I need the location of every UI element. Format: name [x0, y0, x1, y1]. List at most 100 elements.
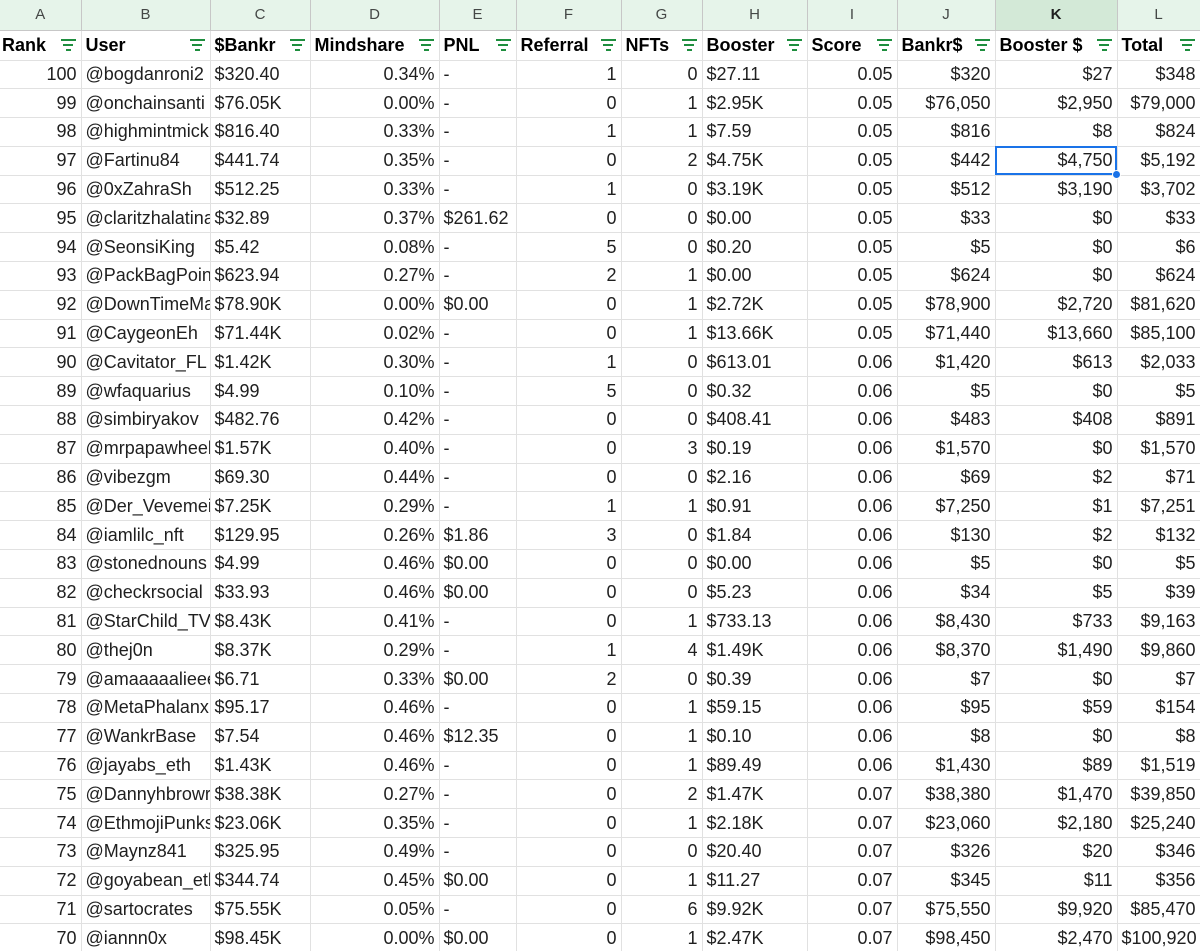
cell-bankr-usd[interactable]: $95 [897, 693, 996, 723]
cell-booster[interactable]: $59.15 [702, 693, 808, 723]
cell-total[interactable]: $624 [1117, 261, 1200, 291]
cell-nfts[interactable]: 1 [621, 491, 703, 522]
cell-pnl[interactable]: - [439, 463, 517, 493]
cell-bankr-usd[interactable]: $98,450 [897, 923, 996, 951]
cell-score[interactable]: 0.06 [807, 693, 898, 723]
cell-mindshare[interactable]: 0.46% [310, 578, 440, 608]
cell-pnl[interactable]: - [439, 319, 517, 349]
cell-referral[interactable]: 5 [516, 376, 622, 407]
cell-booster[interactable]: $0.00 [702, 203, 808, 234]
cell-bankr[interactable]: $4.99 [210, 549, 311, 579]
cell-rank[interactable]: 80 [0, 635, 82, 666]
cell-bankr[interactable]: $69.30 [210, 463, 311, 493]
cell-booster-usd[interactable]: $59 [995, 693, 1118, 723]
cell-rank[interactable]: 76 [0, 751, 82, 781]
cell-bankr[interactable]: $75.55K [210, 895, 311, 925]
cell-rank[interactable]: 79 [0, 664, 82, 695]
cell-bankr[interactable]: $482.76 [210, 405, 311, 435]
cell-score[interactable]: 0.06 [807, 491, 898, 522]
cell-pnl[interactable]: $0.00 [439, 664, 517, 695]
cell-rank[interactable]: 88 [0, 405, 82, 435]
cell-mindshare[interactable]: 0.46% [310, 693, 440, 723]
cell-bankr[interactable]: $32.89 [210, 203, 311, 234]
cell-booster[interactable]: $2.18K [702, 808, 808, 839]
cell-mindshare[interactable]: 0.35% [310, 146, 440, 176]
cell-bankr-usd[interactable]: $8,430 [897, 607, 996, 637]
cell-booster[interactable]: $9.92K [702, 895, 808, 925]
cell-score[interactable]: 0.07 [807, 808, 898, 839]
cell-booster-usd[interactable]: $2,470 [995, 923, 1118, 951]
filter-icon[interactable] [974, 38, 990, 51]
cell-rank[interactable]: 96 [0, 175, 82, 205]
cell-rank[interactable]: 85 [0, 491, 82, 522]
cell-pnl[interactable]: - [439, 175, 517, 205]
cell-nfts[interactable]: 2 [621, 146, 703, 176]
cell-rank[interactable]: 84 [0, 520, 82, 551]
spreadsheet-grid[interactable]: ABCDEFGHIJKL Rank User $Bankr Mindshare PNL R… [0, 0, 1200, 951]
cell-booster-usd[interactable]: $8 [995, 117, 1118, 147]
active-cell[interactable]: $4,750 [995, 146, 1121, 179]
cell-bankr-usd[interactable]: $34 [897, 578, 996, 608]
cell-pnl[interactable]: $0.00 [439, 549, 517, 579]
cell-rank[interactable]: 74 [0, 808, 82, 839]
cell-user[interactable]: @goyabean_eth [81, 866, 211, 896]
cell-score[interactable]: 0.06 [807, 549, 898, 579]
cell-bankr-usd[interactable]: $76,050 [897, 88, 996, 119]
cell-bankr[interactable]: $38.38K [210, 779, 311, 810]
cell-pnl[interactable]: - [439, 117, 517, 147]
cell-bankr-usd[interactable]: $1,420 [897, 347, 996, 378]
cell-booster[interactable]: $0.20 [702, 232, 808, 263]
cell-nfts[interactable]: 4 [621, 635, 703, 666]
cell-bankr[interactable]: $441.74 [210, 146, 311, 176]
cell-bankr-usd[interactable]: $130 [897, 520, 996, 551]
cell-booster-usd[interactable]: $11 [995, 866, 1118, 896]
cell-nfts[interactable]: 0 [621, 463, 703, 493]
cell-rank[interactable]: 78 [0, 693, 82, 723]
cell-booster[interactable]: $11.27 [702, 866, 808, 896]
cell-bankr[interactable]: $33.93 [210, 578, 311, 608]
cell-booster[interactable]: $13.66K [702, 319, 808, 349]
filter-icon[interactable] [1179, 38, 1195, 51]
cell-score[interactable]: 0.05 [807, 60, 898, 90]
cell-total[interactable]: $85,470 [1117, 895, 1200, 925]
cell-user[interactable]: @stonednouns [81, 549, 211, 579]
cell-rank[interactable]: 87 [0, 434, 82, 464]
cell-mindshare[interactable]: 0.33% [310, 175, 440, 205]
cell-score[interactable]: 0.05 [807, 319, 898, 349]
cell-bankr-usd[interactable]: $33 [897, 203, 996, 234]
cell-pnl[interactable]: $0.00 [439, 578, 517, 608]
cell-pnl[interactable]: - [439, 60, 517, 90]
cell-booster[interactable]: $0.10 [702, 722, 808, 752]
cell-user[interactable]: @Der_Vevemei [81, 491, 211, 522]
cell-score[interactable]: 0.07 [807, 866, 898, 896]
cell-total[interactable]: $132 [1117, 520, 1200, 551]
cell-pnl[interactable]: - [439, 146, 517, 176]
cell-nfts[interactable]: 0 [621, 175, 703, 205]
cell-bankr-usd[interactable]: $5 [897, 549, 996, 579]
column-letter-i[interactable]: I [807, 0, 898, 31]
cell-pnl[interactable]: - [439, 261, 517, 291]
cell-pnl[interactable]: - [439, 376, 517, 407]
cell-pnl[interactable]: $0.00 [439, 290, 517, 320]
filter-icon[interactable] [786, 38, 802, 51]
cell-referral[interactable]: 1 [516, 347, 622, 378]
header-nfts[interactable]: NFTs [621, 30, 703, 61]
cell-booster[interactable]: $0.00 [702, 549, 808, 579]
cell-nfts[interactable]: 0 [621, 203, 703, 234]
cell-bankr[interactable]: $1.42K [210, 347, 311, 378]
cell-bankr-usd[interactable]: $5 [897, 376, 996, 407]
cell-rank[interactable]: 98 [0, 117, 82, 147]
cell-user[interactable]: @thej0n [81, 635, 211, 666]
cell-nfts[interactable]: 0 [621, 232, 703, 263]
cell-total[interactable]: $5,192 [1117, 146, 1200, 176]
cell-bankr[interactable]: $320.40 [210, 60, 311, 90]
cell-pnl[interactable]: - [439, 434, 517, 464]
cell-referral[interactable]: 3 [516, 520, 622, 551]
cell-total[interactable]: $7 [1117, 664, 1200, 695]
cell-nfts[interactable]: 1 [621, 117, 703, 147]
cell-user[interactable]: @highmintmick [81, 117, 211, 147]
cell-total[interactable]: $346 [1117, 837, 1200, 867]
column-letter-a[interactable]: A [0, 0, 82, 31]
cell-score[interactable]: 0.05 [807, 232, 898, 263]
cell-referral[interactable]: 0 [516, 693, 622, 723]
